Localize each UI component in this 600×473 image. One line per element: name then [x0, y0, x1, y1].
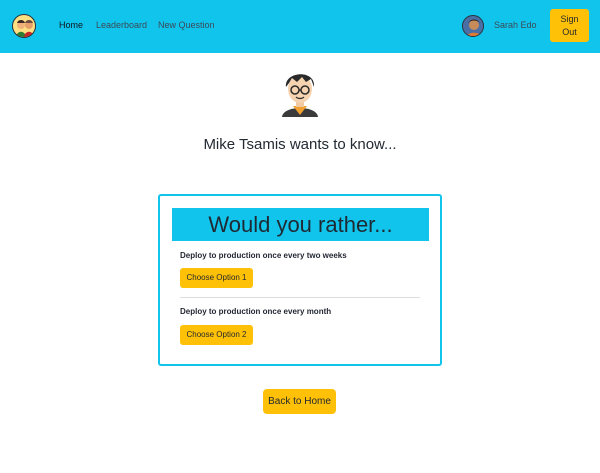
choose-option-1-button[interactable]: Choose Option 1 — [180, 268, 253, 288]
question-author-heading: Mike Tsamis wants to know... — [203, 136, 397, 153]
choose-option-2-button[interactable]: Choose Option 2 — [180, 325, 253, 345]
app-logo-icon[interactable] — [12, 14, 36, 38]
user-avatar-icon — [462, 15, 484, 37]
top-navbar: Home Leaderboard New Question Sarah Edo … — [0, 0, 600, 53]
poll-card: Would you rather... Deploy to production… — [158, 194, 442, 366]
option-two-text: Deploy to production once every month — [180, 307, 332, 316]
user-name: Sarah Edo — [494, 20, 537, 30]
nav-link-home[interactable]: Home — [59, 20, 83, 31]
option-one-text: Deploy to production once every two week… — [180, 251, 347, 260]
sign-out-button[interactable]: Sign Out — [550, 9, 589, 42]
card-title: Would you rather... — [172, 208, 429, 241]
option-divider — [180, 297, 420, 298]
nav-link-leaderboard[interactable]: Leaderboard — [96, 20, 147, 31]
nav-link-new-question[interactable]: New Question — [158, 20, 215, 31]
back-to-home-button[interactable]: Back to Home — [263, 389, 336, 414]
author-avatar-icon — [276, 65, 324, 117]
